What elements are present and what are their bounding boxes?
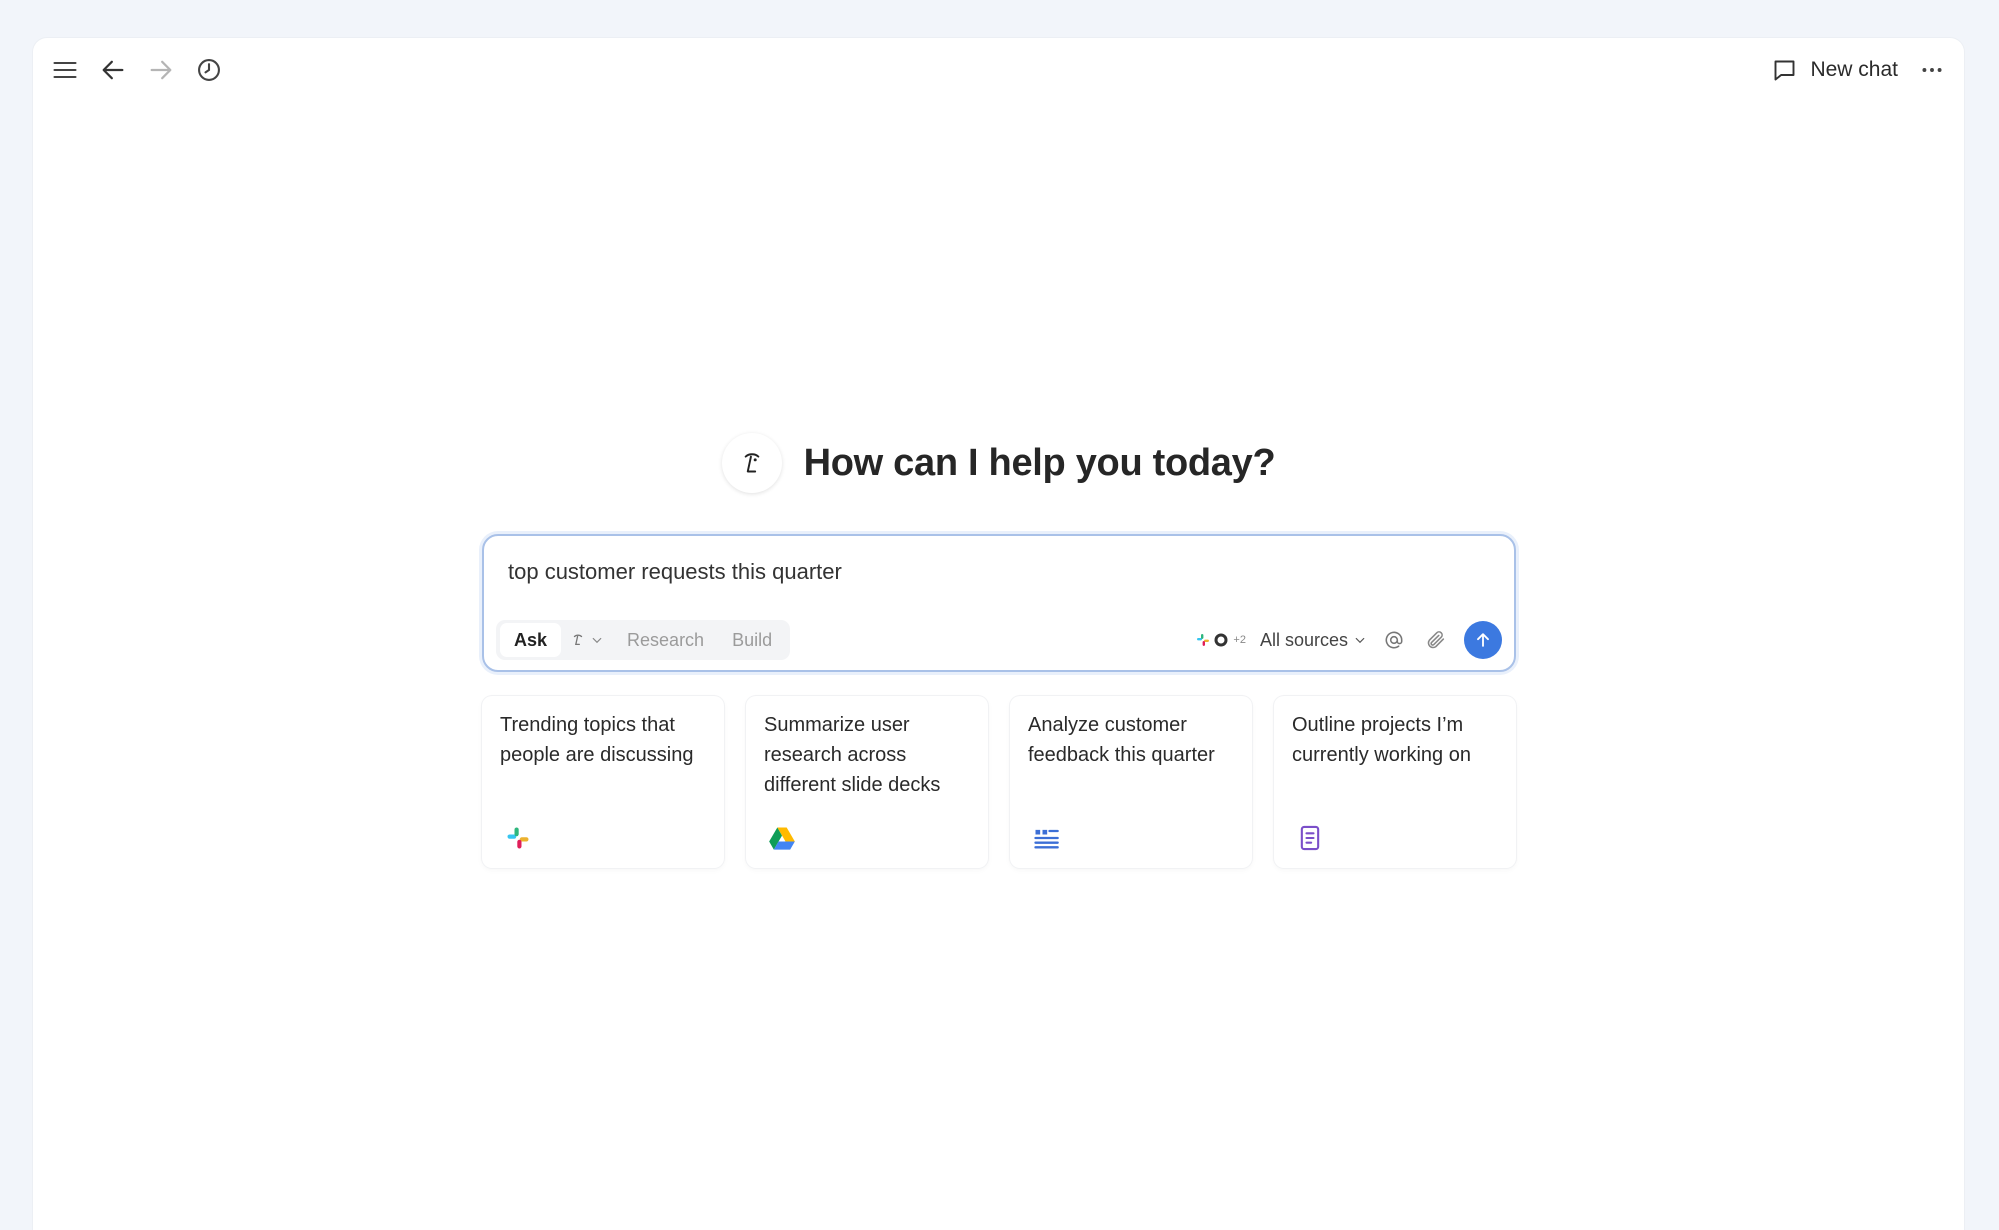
page-title: How can I help you today? [803, 441, 1276, 484]
mode-label: Ask [514, 629, 548, 650]
mode-build-button[interactable]: Build [718, 623, 786, 657]
quote-list-icon [1034, 829, 1059, 849]
chat-composer: Ask Research Build [482, 534, 1516, 672]
send-button[interactable] [1464, 621, 1502, 659]
chat-input[interactable] [508, 556, 1490, 588]
suggestion-card[interactable]: Analyze customer feedback this quarter [1010, 696, 1252, 868]
suggestion-text: Analyze customer feedback this quarter [1028, 714, 1215, 766]
slack-icon [507, 827, 529, 849]
suggestion-card[interactable]: Outline projects I’m currently working o… [1274, 696, 1516, 868]
suggestion-text: Outline projects I’m currently working o… [1292, 714, 1471, 766]
all-sources-dropdown[interactable]: All sources [1260, 630, 1366, 651]
connected-sources[interactable]: +2 [1195, 632, 1246, 648]
composer-tools: +2 All sources [1195, 618, 1502, 662]
mode-label: Research [627, 629, 705, 650]
suggestion-cards: Trending topics that people are discussi… [482, 696, 1516, 868]
mode-label: Build [732, 629, 773, 650]
suggestion-card[interactable]: Trending topics that people are discussi… [482, 696, 724, 868]
arrow-up-icon [1477, 633, 1489, 647]
at-mention-icon[interactable] [1380, 626, 1408, 654]
menu-icon[interactable] [47, 52, 83, 88]
app-window: New chat How can I help you today? Ask [33, 38, 1964, 1230]
agent-logo-icon [573, 634, 583, 646]
agent-picker-button[interactable] [561, 623, 613, 657]
document-icon [1300, 825, 1320, 851]
github-icon [1214, 633, 1228, 647]
mode-selector: Ask Research Build [496, 620, 791, 660]
forward-arrow-icon[interactable] [143, 52, 179, 88]
greeting: How can I help you today? [33, 433, 1964, 493]
extra-sources-count: +2 [1233, 634, 1246, 646]
new-chat-label: New chat [1810, 58, 1898, 81]
chat-bubble-icon [1774, 60, 1795, 80]
back-arrow-icon[interactable] [95, 52, 131, 88]
paperclip-icon[interactable] [1422, 626, 1450, 654]
slack-icon [1197, 634, 1210, 646]
chevron-down-icon [592, 637, 602, 644]
new-chat-button[interactable]: New chat [1771, 52, 1898, 88]
sources-label: All sources [1259, 629, 1348, 650]
mode-research-button[interactable]: Research [613, 623, 718, 657]
google-drive-icon [769, 827, 795, 850]
assistant-logo-icon [721, 433, 782, 493]
suggestion-text: Summarize user research across different… [764, 714, 941, 796]
more-options-icon[interactable] [1914, 52, 1950, 88]
mode-ask-button[interactable]: Ask [500, 623, 562, 657]
chevron-down-icon [1355, 637, 1365, 644]
top-bar: New chat [33, 38, 1964, 102]
suggestion-text: Trending topics that people are discussi… [500, 714, 694, 766]
suggestion-card[interactable]: Summarize user research across different… [746, 696, 988, 868]
clock-icon[interactable] [191, 52, 227, 88]
